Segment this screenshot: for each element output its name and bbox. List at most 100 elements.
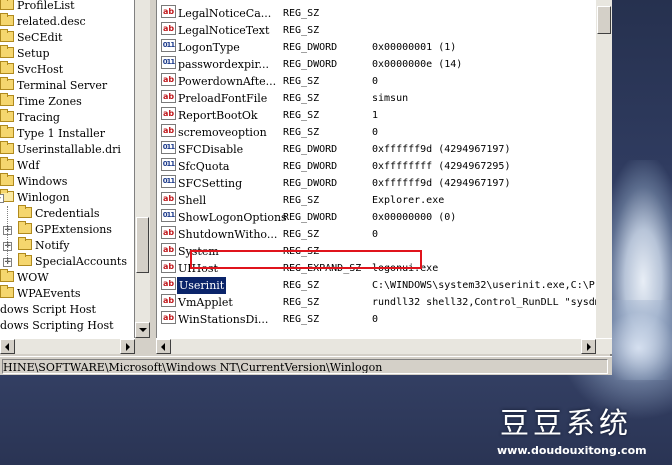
tree-item[interactable]: SeCEdit: [0, 29, 62, 46]
tree-item[interactable]: ProfileList: [0, 0, 75, 14]
tree-item-label: Userinstallable.dri: [17, 143, 121, 156]
string-value-icon: ab: [161, 192, 176, 205]
tree-scroll-down-button[interactable]: [135, 322, 150, 338]
value-row[interactable]: 011 SFCDisable REG_DWORD 0xffffff9d (429496…: [157, 141, 612, 158]
value-name: PreloadFontFile: [178, 92, 268, 105]
value-list-pane[interactable]: ab LegalNoticeCa... REG_SZ ab LegalNoticeTex…: [156, 0, 612, 338]
value-type: REG_SZ: [283, 314, 320, 325]
tree-item[interactable]: Setup: [0, 45, 50, 62]
watermark-url: www.doudouxitong.com: [497, 444, 647, 457]
value-data: rundll32 shell32,Control_RunDLL "sysdm: [372, 297, 601, 308]
binary-value-icon: 011: [161, 175, 176, 188]
tree-horizontal-scrollbar[interactable]: [0, 338, 135, 354]
value-row[interactable]: ab PowerdownAfte... REG_SZ 0: [157, 73, 612, 90]
binary-value-icon: 011: [161, 141, 176, 154]
tree-item[interactable]: Tracing: [0, 109, 60, 126]
string-value-icon: ab: [161, 5, 176, 18]
value-type: REG_SZ: [283, 93, 320, 104]
value-name: LegalNoticeText: [178, 24, 270, 37]
value-row[interactable]: ab scremoveoption REG_SZ 0: [157, 124, 612, 141]
tree-item-label: Tracing: [17, 111, 60, 124]
tree-item[interactable]: related.desc: [0, 13, 86, 30]
value-row[interactable]: 011 SfcQuota REG_DWORD 0xffffffff (42949672…: [157, 158, 612, 175]
list-horizontal-scrollbar[interactable]: [156, 338, 612, 354]
value-data: 0xffffff9d (4294967197): [372, 178, 511, 189]
tree-vertical-scrollbar[interactable]: [135, 0, 150, 338]
value-data: 0xffffff9d (4294967197): [372, 144, 511, 155]
value-row[interactable]: 011 LogonType REG_DWORD 0x00000001 (1): [157, 39, 612, 56]
value-name: VmApplet: [178, 296, 233, 309]
tree-item-label: GPExtensions: [35, 223, 112, 236]
chevron-right-icon: [587, 343, 591, 351]
tree-item[interactable]: Type 1 Installer: [0, 125, 105, 142]
folder-icon: [18, 237, 32, 250]
string-value-icon: ab: [161, 124, 176, 137]
value-row[interactable]: ab ShutdownWitho... REG_SZ 0: [157, 226, 612, 243]
list-scroll-thumb[interactable]: [597, 6, 611, 34]
value-row[interactable]: ab Shell REG_SZ Explorer.exe: [157, 192, 612, 209]
binary-value-icon: 011: [161, 158, 176, 171]
string-value-icon: ab: [161, 260, 176, 273]
tree-item[interactable]: GPExtensions: [18, 221, 112, 238]
tree-item-label: Windows: [17, 175, 68, 188]
tree-item[interactable]: dows Script Host: [0, 302, 96, 318]
tree-item[interactable]: dows Scripting Host: [0, 318, 114, 334]
value-data: simsun: [372, 93, 409, 104]
folder-icon: [0, 93, 14, 106]
userinit-highlight-box: [190, 250, 422, 269]
tree-item[interactable]: Winlogon: [0, 189, 70, 206]
value-type: REG_SZ: [283, 110, 320, 121]
tree-item[interactable]: SvcHost: [0, 61, 64, 78]
value-row[interactable]: ab LegalNoticeCa... REG_SZ: [157, 5, 612, 22]
folder-icon: [0, 0, 14, 10]
value-name: LogonType: [178, 41, 240, 54]
tree-item[interactable]: Notify: [18, 237, 69, 254]
tree-item[interactable]: Time Zones: [0, 93, 82, 110]
value-row[interactable]: ab VmApplet REG_SZ rundll32 shell32,Control…: [157, 294, 612, 311]
value-row-selected[interactable]: ab Userinit REG_SZ C:\WINDOWS\system32\user…: [157, 277, 612, 294]
value-row[interactable]: ab ReportBootOk REG_SZ 1: [157, 107, 612, 124]
tree-item-label: Terminal Server: [17, 79, 108, 92]
tree-item[interactable]: Wdf: [0, 157, 39, 174]
value-row[interactable]: ab WinStationsDi... REG_SZ 0: [157, 311, 612, 328]
value-name: ShowLogonOptions: [178, 211, 287, 224]
string-value-icon: ab: [161, 73, 176, 86]
tree-item[interactable]: Userinstallable.dri: [0, 141, 121, 158]
value-row[interactable]: 011 ShowLogonOptions REG_DWORD 0x00000000 (…: [157, 209, 612, 226]
value-data: 0xffffffff (4294967295): [372, 161, 511, 172]
tree-scroll-thumb[interactable]: [136, 217, 149, 273]
string-value-icon: ab: [161, 90, 176, 103]
folder-icon: [0, 157, 14, 170]
string-value-icon: ab: [161, 107, 176, 120]
list-vertical-scrollbar[interactable]: [596, 0, 612, 338]
tree-item[interactable]: SpecialAccounts: [18, 253, 127, 270]
tree-scroll-right-button[interactable]: [120, 339, 135, 354]
value-type: REG_DWORD: [283, 144, 338, 155]
tree-item[interactable]: Terminal Server: [0, 77, 108, 94]
value-data: 1: [372, 110, 379, 121]
value-row[interactable]: 011 passwordexpir... REG_DWORD 0x0000000e (…: [157, 56, 612, 73]
tree-scroll-left-button[interactable]: [0, 339, 15, 354]
collapse-icon[interactable]: -: [0, 194, 4, 203]
tree-item[interactable]: WPAEvents: [0, 285, 81, 302]
value-name: SfcQuota: [178, 160, 230, 173]
tree-item-label: WPAEvents: [17, 287, 81, 300]
value-row[interactable]: ab PreloadFontFile REG_SZ simsun: [157, 90, 612, 107]
tree-item[interactable]: Credentials: [18, 205, 99, 222]
folder-icon: [0, 141, 14, 154]
key-tree-pane[interactable]: ProfileList related.desc SeCEdit Setup SvcHo…: [0, 0, 135, 338]
value-name: PowerdownAfte...: [178, 75, 277, 88]
string-value-icon: ab: [161, 226, 176, 239]
list-scroll-left-button[interactable]: [156, 339, 171, 354]
registry-editor-window: ProfileList related.desc SeCEdit Setup SvcHo…: [0, 0, 612, 375]
value-row[interactable]: 011 SFCSetting REG_DWORD 0xffffff9d (429496…: [157, 175, 612, 192]
tree-item-label: ProfileList: [17, 0, 75, 12]
tree-item[interactable]: Windows: [0, 173, 68, 190]
value-row[interactable]: ab LegalNoticeText REG_SZ: [157, 22, 612, 39]
value-name: SFCDisable: [178, 143, 244, 156]
tree-item-label: SvcHost: [17, 63, 64, 76]
value-type: REG_DWORD: [283, 178, 338, 189]
tree-item[interactable]: WOW: [0, 269, 49, 286]
value-type: REG_SZ: [283, 280, 320, 291]
list-scroll-right-button[interactable]: [581, 339, 596, 354]
